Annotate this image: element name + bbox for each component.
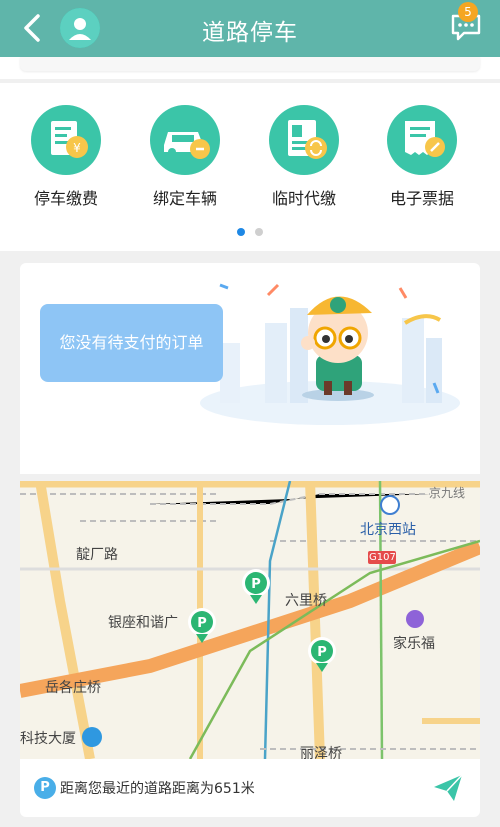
map-label-poi: 家乐福 [393, 636, 435, 652]
receipt-icon [387, 105, 457, 175]
page-dot-active[interactable] [237, 228, 245, 236]
map-label-bridge: 丽泽桥 [300, 746, 342, 759]
top-bar: 道路停车 5 [0, 0, 500, 57]
page-title: 道路停车 [202, 20, 298, 46]
parking-payment-icon: ¥ [31, 105, 101, 175]
order-card: 您没有待支付的订单 [20, 263, 480, 474]
svg-text:P: P [197, 616, 207, 631]
service-bind-vehicle[interactable]: 绑定车辆 [130, 105, 240, 209]
svg-text:P: P [251, 577, 261, 592]
svg-text:¥: ¥ [73, 141, 81, 155]
map-label-highway: G107 [369, 552, 396, 563]
map-label-road: 靛厂路 [76, 547, 118, 563]
map-label-poi: 银座和谐广 [108, 615, 178, 631]
service-label: 绑定车辆 [152, 189, 217, 208]
temporary-payment-icon [269, 105, 339, 175]
notification-badge: 5 [458, 2, 478, 22]
service-label: 电子票据 [389, 189, 454, 208]
parking-icon: P [34, 777, 56, 799]
page-dot[interactable] [255, 228, 263, 236]
collapsed-card [20, 57, 480, 71]
parking-map[interactable]: P P P 京九线 靛厂路 北京西站 G107 六里桥 银座和谐广 家乐福 岳各… [20, 481, 480, 759]
map-label-bridge: 岳各庄桥 [45, 680, 101, 696]
service-e-receipt[interactable]: 电子票据 [367, 105, 477, 209]
service-temporary-payment[interactable]: 临时代缴 [249, 105, 359, 209]
empty-order-message: 您没有待支付的订单 [40, 304, 223, 382]
service-label: 临时代缴 [271, 189, 336, 208]
car-icon [150, 105, 220, 175]
map-label-poi: 科技大厦 [20, 731, 76, 747]
nearest-parking-bar: P 距离您最近的道路距离为651米 [20, 759, 480, 817]
nearest-distance-text: 距离您最近的道路距离为651米 [60, 781, 255, 797]
svg-text:P: P [317, 645, 327, 660]
map-label-bridge: 六里桥 [285, 593, 327, 609]
page-indicator [0, 221, 500, 240]
map-label-railway: 京九线 [429, 486, 466, 500]
service-parking-payment[interactable]: ¥ 停车缴费 [11, 105, 121, 209]
map-label-station: 北京西站 [360, 522, 416, 538]
navigate-icon[interactable] [432, 773, 464, 803]
service-grid: ¥ 停车缴费 绑定车辆 临时代缴 电子票据 [0, 83, 500, 251]
service-label: 停车缴费 [33, 189, 98, 208]
